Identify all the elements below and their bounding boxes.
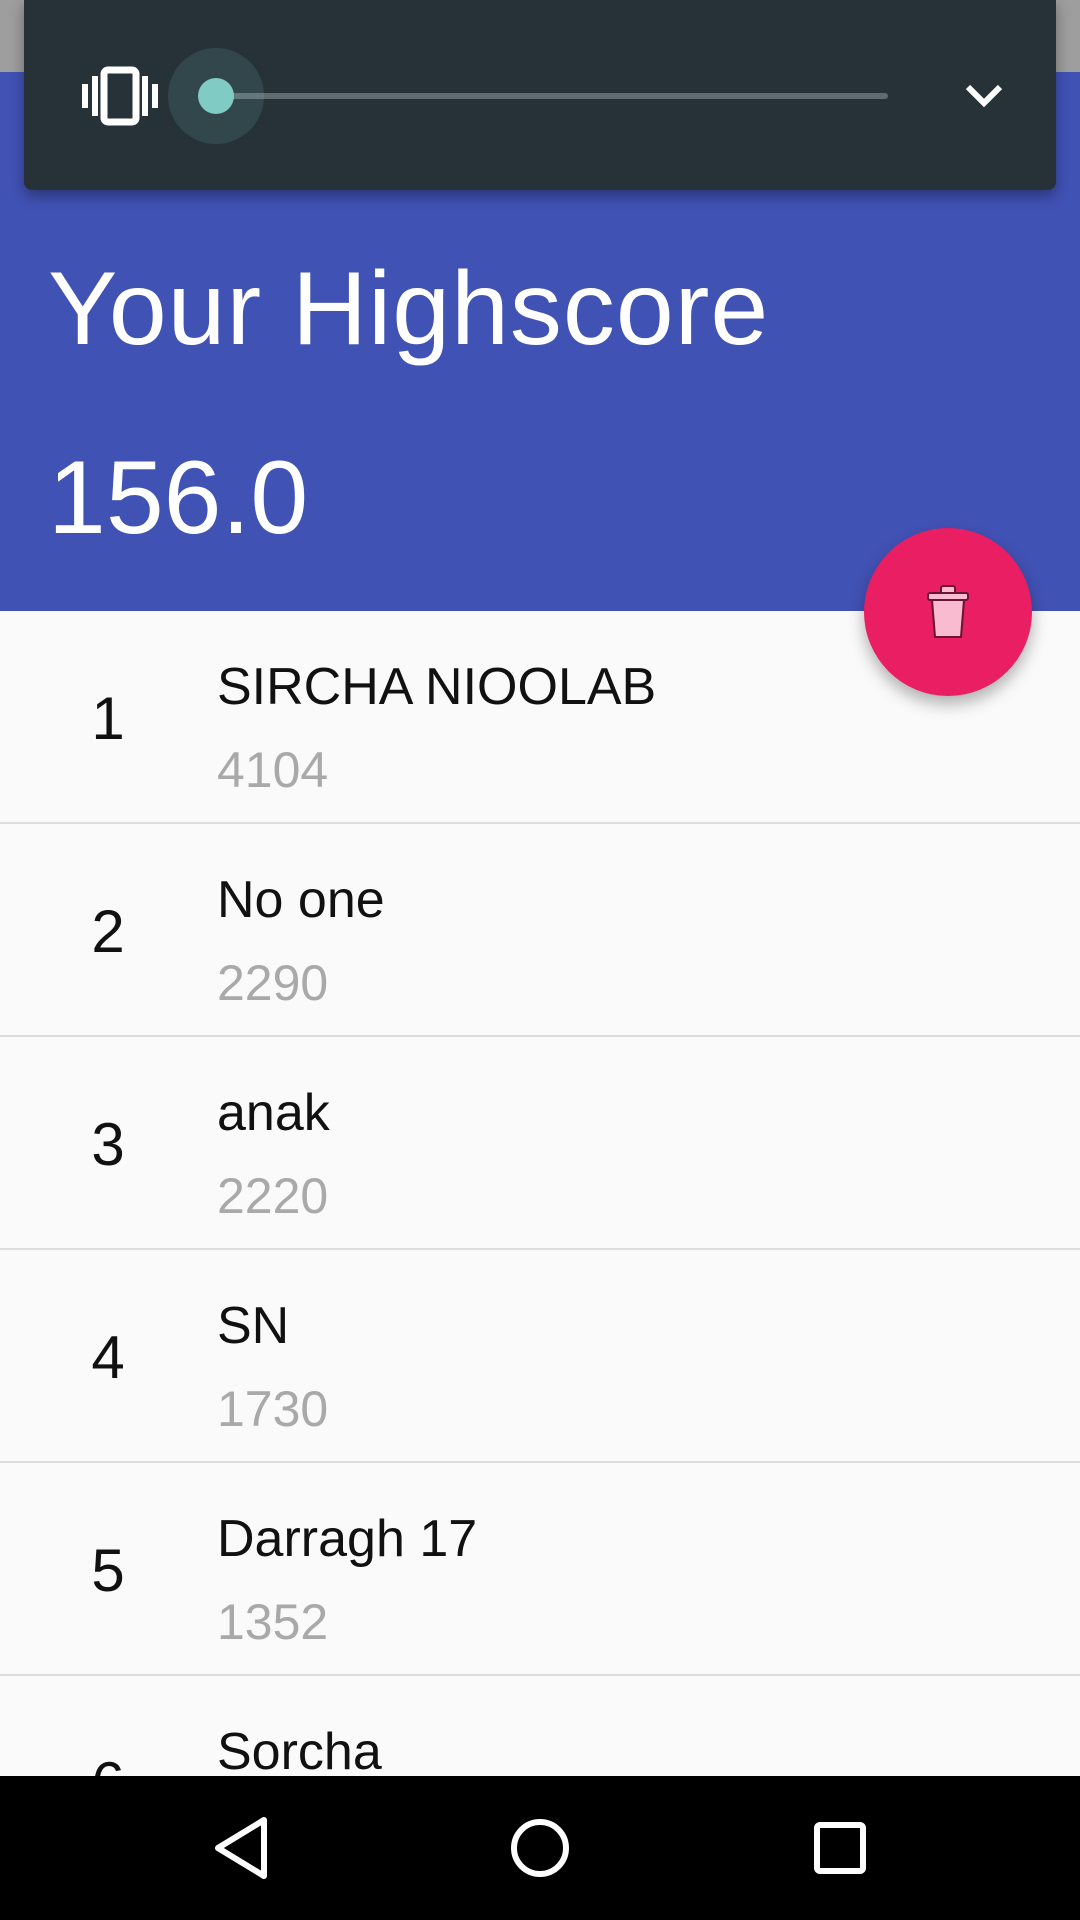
chevron-down-icon[interactable] [960, 78, 1008, 114]
player-score: 1352 [217, 1594, 329, 1650]
player-name: Sorcha [217, 1723, 382, 1776]
list-item[interactable]: 3 anak 2220 [0, 1037, 1080, 1250]
list-item[interactable]: 6 Sorcha [0, 1676, 1080, 1776]
rank-number: 4 [91, 1324, 125, 1391]
volume-panel [24, 0, 1056, 190]
list-item[interactable]: 2 No one 2290 [0, 824, 1080, 1037]
rank-number: 2 [91, 898, 125, 965]
highscore-value: 156.0 [48, 440, 309, 556]
player-name: Darragh 17 [217, 1510, 478, 1568]
page-title: Your Highscore [48, 251, 770, 367]
volume-slider-thumb[interactable] [198, 78, 234, 114]
list-item[interactable]: 4 SN 1730 [0, 1250, 1080, 1463]
rank-number: 6 [70, 1754, 146, 1777]
navigation-bar [0, 1776, 1080, 1920]
player-score: 2220 [217, 1168, 329, 1224]
back-icon[interactable] [198, 1806, 282, 1890]
rank-number: 3 [91, 1111, 125, 1178]
volume-slider-track[interactable] [216, 93, 888, 99]
rank-number: 5 [91, 1537, 125, 1604]
vibrate-icon[interactable] [82, 66, 158, 126]
rank-number: 1 [91, 685, 125, 752]
player-score: 4104 [217, 742, 329, 798]
trash-icon [927, 585, 969, 638]
player-name: SIRCHA NIOOLAB [217, 658, 657, 716]
player-name: SN [217, 1297, 290, 1355]
player-name: No one [217, 871, 385, 929]
player-score: 1730 [217, 1381, 329, 1437]
recents-icon[interactable] [798, 1806, 882, 1890]
list-item[interactable]: 5 Darragh 17 1352 [0, 1463, 1080, 1676]
home-icon[interactable] [498, 1806, 582, 1890]
highscore-list: 1 SIRCHA NIOOLAB 4104 2 No one 2290 3 an… [0, 611, 1080, 1776]
player-score: 2290 [217, 955, 329, 1011]
player-name: anak [217, 1084, 330, 1142]
delete-scores-button[interactable] [864, 528, 1032, 696]
